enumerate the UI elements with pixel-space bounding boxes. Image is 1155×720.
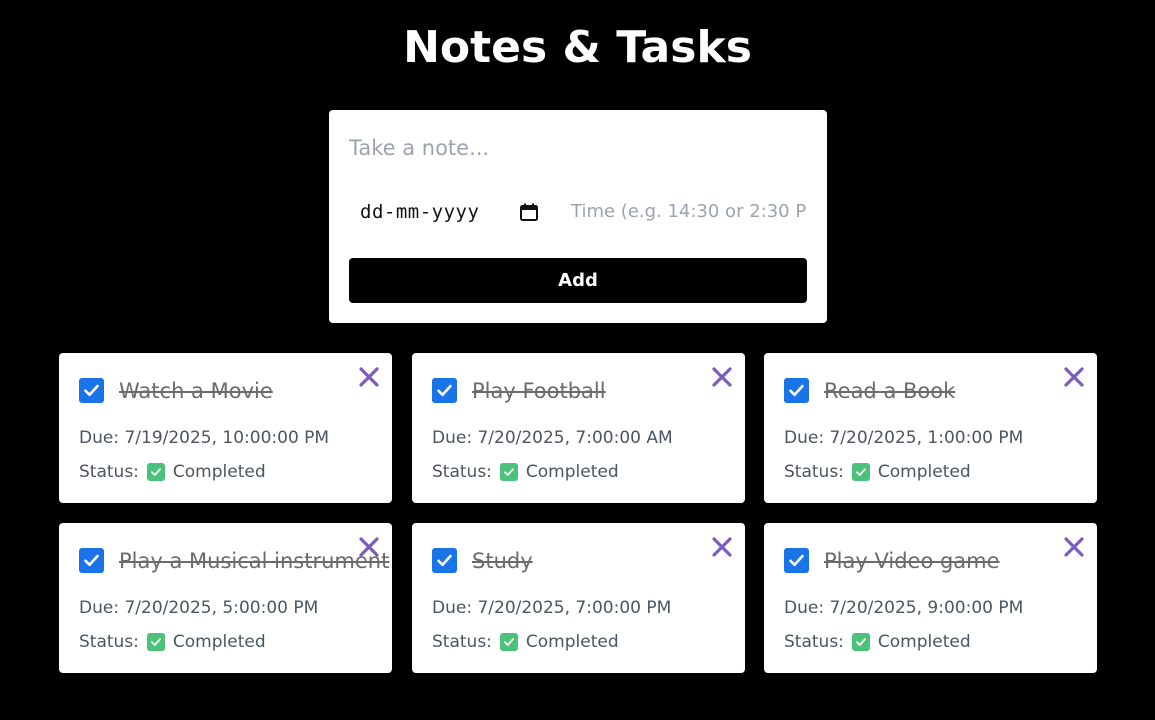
calendar-icon[interactable] xyxy=(519,202,539,222)
task-due-date: Due: 7/20/2025, 1:00:00 PM xyxy=(784,428,1024,448)
task-due-date: Due: 7/20/2025, 7:00:00 PM xyxy=(432,598,672,618)
task-status: Status: Completed xyxy=(432,630,619,654)
status-label: Status: xyxy=(79,462,139,482)
status-value: Completed xyxy=(172,462,266,482)
task-status: Status: Completed xyxy=(432,460,619,484)
task-due-date: Due: 7/20/2025, 5:00:00 PM xyxy=(79,598,319,618)
completed-check-icon xyxy=(146,633,165,651)
completed-check-icon xyxy=(499,633,518,651)
close-icon[interactable] xyxy=(358,366,380,388)
checkmark-icon xyxy=(437,384,452,397)
close-icon[interactable] xyxy=(1063,366,1085,388)
task-status: Status: Completed xyxy=(784,460,971,484)
task-title: Play a Musical instrument xyxy=(119,549,390,573)
status-label: Status: xyxy=(784,462,844,482)
task-checkbox[interactable] xyxy=(432,548,457,573)
task-card: Study Due: 7/20/2025, 7:00:00 PM Status:… xyxy=(412,523,745,673)
task-card: Play a Musical instrument Due: 7/20/2025… xyxy=(59,523,392,673)
date-placeholder: dd-mm-yyyy xyxy=(360,201,480,223)
status-value: Completed xyxy=(525,462,619,482)
task-title: Read a Book xyxy=(824,379,956,403)
completed-check-icon xyxy=(146,463,165,481)
task-checkbox[interactable] xyxy=(784,378,809,403)
checkmark-icon xyxy=(437,554,452,567)
close-icon[interactable] xyxy=(1063,536,1085,558)
close-icon[interactable] xyxy=(358,536,380,558)
status-value: Completed xyxy=(877,632,971,652)
completed-check-icon xyxy=(499,463,518,481)
status-value: Completed xyxy=(877,462,971,482)
task-title: Play Football xyxy=(472,379,606,403)
status-label: Status: xyxy=(432,462,492,482)
task-due-date: Due: 7/20/2025, 9:00:00 PM xyxy=(784,598,1024,618)
status-value: Completed xyxy=(525,632,619,652)
page: Notes & Tasks Take a note... dd-mm-yyyy … xyxy=(0,0,1155,720)
status-label: Status: xyxy=(79,632,139,652)
completed-check-icon xyxy=(851,633,870,651)
time-input[interactable]: Time (e.g. 14:30 or 2:30 PM) xyxy=(571,196,807,228)
page-title: Notes & Tasks xyxy=(403,22,752,73)
task-card: Watch a Movie Due: 7/19/2025, 10:00:00 P… xyxy=(59,353,392,503)
task-title: Watch a Movie xyxy=(119,379,273,403)
date-input[interactable]: dd-mm-yyyy xyxy=(349,196,539,228)
status-label: Status: xyxy=(432,632,492,652)
checkmark-icon xyxy=(84,384,99,397)
task-checkbox[interactable] xyxy=(432,378,457,403)
task-card: Play Football Due: 7/20/2025, 7:00:00 AM… xyxy=(412,353,745,503)
task-card: Play Video game Due: 7/20/2025, 9:00:00 … xyxy=(764,523,1097,673)
task-title: Play Video game xyxy=(824,549,1000,573)
task-status: Status: Completed xyxy=(79,460,266,484)
task-card: Read a Book Due: 7/20/2025, 1:00:00 PM S… xyxy=(764,353,1097,503)
task-due-date: Due: 7/19/2025, 10:00:00 PM xyxy=(79,428,330,448)
task-checkbox[interactable] xyxy=(79,548,104,573)
task-status: Status: Completed xyxy=(784,630,971,654)
checkmark-icon xyxy=(84,554,99,567)
task-due-date: Due: 7/20/2025, 7:00:00 AM xyxy=(432,428,673,448)
checkmark-icon xyxy=(789,384,804,397)
task-title: Study xyxy=(472,549,533,573)
task-checkbox[interactable] xyxy=(79,378,104,403)
task-checkbox[interactable] xyxy=(784,548,809,573)
status-value: Completed xyxy=(172,632,266,652)
status-label: Status: xyxy=(784,632,844,652)
add-button[interactable]: Add xyxy=(349,258,807,303)
close-icon[interactable] xyxy=(711,536,733,558)
completed-check-icon xyxy=(851,463,870,481)
close-icon[interactable] xyxy=(711,366,733,388)
task-status: Status: Completed xyxy=(79,630,266,654)
checkmark-icon xyxy=(789,554,804,567)
note-input[interactable]: Take a note... xyxy=(349,130,807,166)
note-form: Take a note... dd-mm-yyyy Time (e.g. 14:… xyxy=(329,110,827,323)
